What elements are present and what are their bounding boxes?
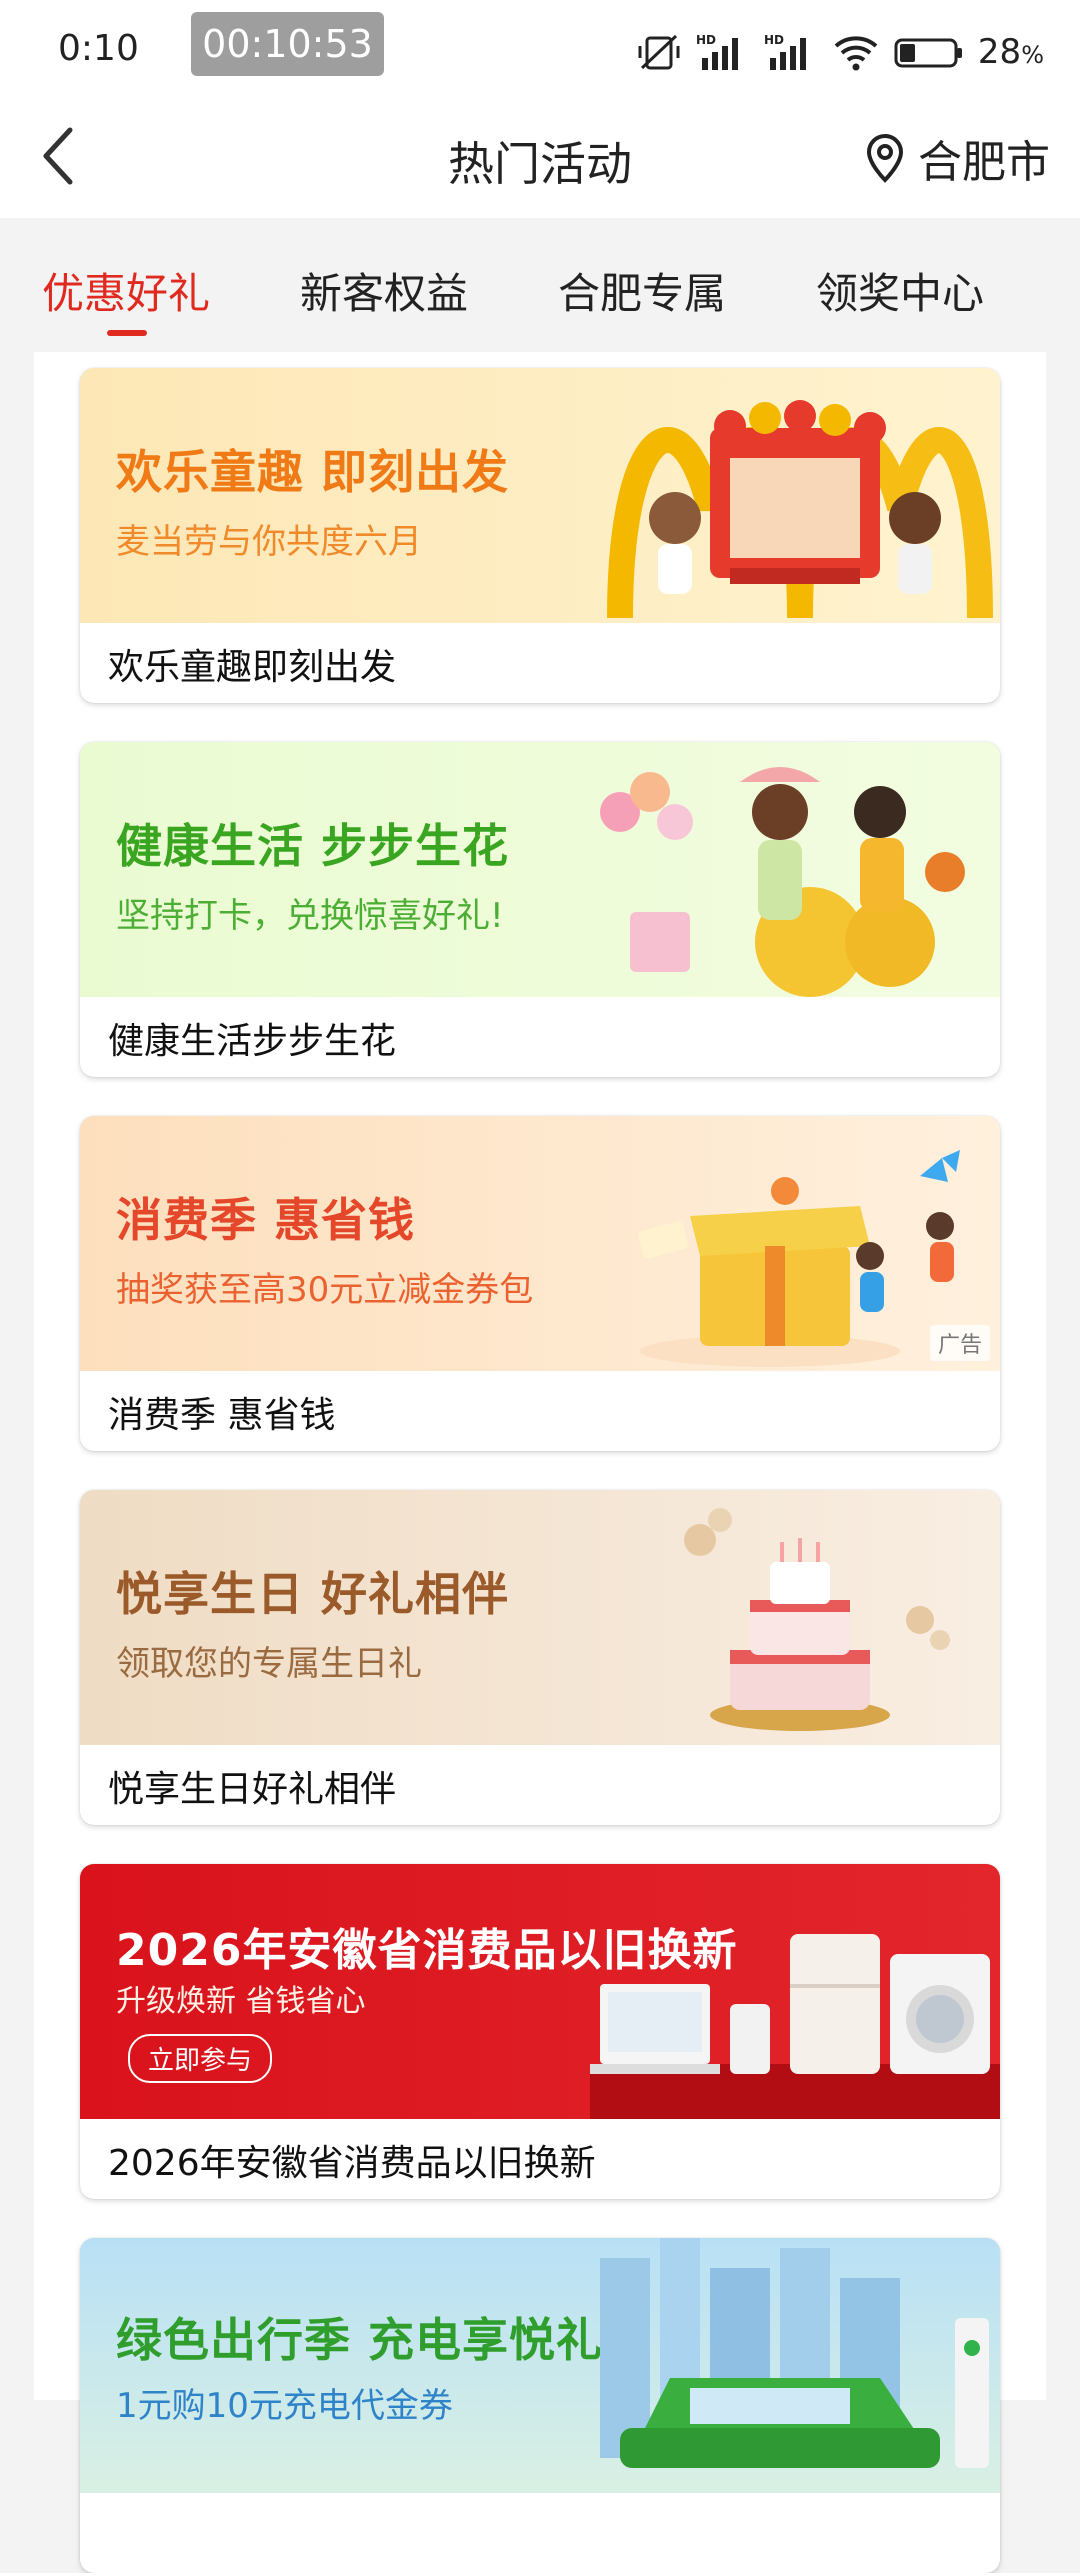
healthy-life-illustration: [600, 767, 965, 997]
hd-signal-icon: HD: [764, 33, 806, 70]
banner-heading: 绿色出行季 充电享悦礼: [116, 2313, 604, 2367]
active-tab-indicator: [107, 330, 147, 336]
banner-heading: 健康生活 步步生花: [116, 819, 510, 873]
activity-list[interactable]: 欢乐童趣 即刻出发 麦当劳与你共度六月 欢乐童趣即刻出发 健康生活 步步生花 坚…: [34, 352, 1046, 2573]
tab-prize-center[interactable]: 领奖中心: [816, 260, 984, 321]
activity-card[interactable]: 悦享生日 好礼相伴 领取您的专属生日礼 悦享生日好礼相伴: [80, 1490, 1000, 1825]
page-header: 热门活动 合肥市: [0, 100, 1080, 218]
banner-heading: 悦享生日 好礼相伴: [116, 1567, 510, 1621]
appliances-illustration: [590, 1934, 1000, 2119]
activity-card[interactable]: 消费季 惠省钱 抽奖获至高30元立减金券包 广告 消费季 惠省钱: [80, 1116, 1000, 1451]
join-now-button[interactable]: 立即参与: [128, 2034, 273, 2083]
activity-card[interactable]: 2026年安徽省消费品以旧换新 升级焕新 省钱省心 立即参与 2026年安徽省消…: [80, 1864, 1000, 2199]
timer-text: 00:10:53: [202, 22, 373, 66]
hd-signal-icon: HD: [696, 33, 738, 70]
activity-card[interactable]: 健康生活 步步生花 坚持打卡，兑换惊喜好礼! 健康生活步步生花: [80, 742, 1000, 1077]
banner-heading: 欢乐童趣 即刻出发: [116, 445, 510, 499]
activity-card[interactable]: 绿色出行季 充电享悦礼 1元购10元充电代金券: [80, 2238, 1000, 2573]
ad-label: 广告: [929, 1325, 990, 1361]
card-title: 2026年安徽省消费品以旧换新: [108, 2143, 596, 2184]
mute-vibrate-icon: [638, 34, 680, 70]
card-title: 欢乐童趣即刻出发: [108, 647, 397, 688]
location-label: 合肥市: [918, 137, 1050, 188]
activity-card[interactable]: 欢乐童趣 即刻出发 麦当劳与你共度六月 欢乐童趣即刻出发: [80, 368, 1000, 703]
activity-banner[interactable]: 健康生活 步步生花 坚持打卡，兑换惊喜好礼!: [80, 742, 1000, 997]
status-bar: 0:10 00:10:53 HD HD 28%: [0, 0, 1080, 100]
banner-subtitle: 1元购10元充电代金券: [116, 2386, 453, 2426]
tab-new-customer[interactable]: 新客权益: [300, 260, 468, 321]
battery-percent: 28%: [977, 32, 1044, 72]
battery-icon: [894, 38, 962, 68]
wifi-icon: [834, 36, 878, 71]
activity-banner[interactable]: 欢乐童趣 即刻出发 麦当劳与你共度六月: [80, 368, 1000, 623]
location-pin-icon: [866, 133, 904, 183]
banner-subtitle: 领取您的专属生日礼: [116, 1644, 422, 1684]
banner-subtitle: 抽奖获至高30元立减金券包: [116, 1270, 534, 1310]
banner-subtitle: 坚持打卡，兑换惊喜好礼!: [116, 896, 504, 936]
screen-record-timer: 00:10:53: [191, 12, 384, 76]
status-time: 0:10: [58, 28, 139, 69]
svg-text:HD: HD: [696, 33, 716, 47]
banner-heading: 消费季 惠省钱: [116, 1193, 416, 1247]
category-tabs: 优惠好礼 新客权益 合肥专属 领奖中心: [0, 218, 1080, 352]
card-title: 消费季 惠省钱: [108, 1395, 336, 1436]
birthday-cake-illustration: [684, 1508, 950, 1731]
activity-banner[interactable]: 2026年安徽省消费品以旧换新 升级焕新 省钱省心 立即参与: [80, 1864, 1000, 2119]
card-title: 悦享生日好礼相伴: [108, 1769, 397, 1810]
activity-banner[interactable]: 悦享生日 好礼相伴 领取您的专属生日礼: [80, 1490, 1000, 1745]
location-selector[interactable]: 合肥市: [862, 126, 1050, 190]
svg-text:HD: HD: [764, 33, 784, 47]
status-icons: HD HD 28%: [636, 30, 1044, 74]
banner-subtitle: 升级焕新 省钱省心: [116, 1984, 366, 2019]
activity-banner[interactable]: 消费季 惠省钱 抽奖获至高30元立减金券包 广告: [80, 1116, 1000, 1371]
restaurant-illustration: [607, 400, 993, 619]
tab-discount-gifts[interactable]: 优惠好礼: [42, 260, 210, 321]
banner-subtitle: 麦当劳与你共度六月: [116, 522, 422, 562]
electric-car-illustration: [600, 2238, 989, 2468]
card-title: 健康生活步步生花: [108, 1021, 397, 1062]
tab-hefei-exclusive[interactable]: 合肥专属: [558, 260, 726, 321]
activity-banner[interactable]: 绿色出行季 充电享悦礼 1元购10元充电代金券: [80, 2238, 1000, 2493]
